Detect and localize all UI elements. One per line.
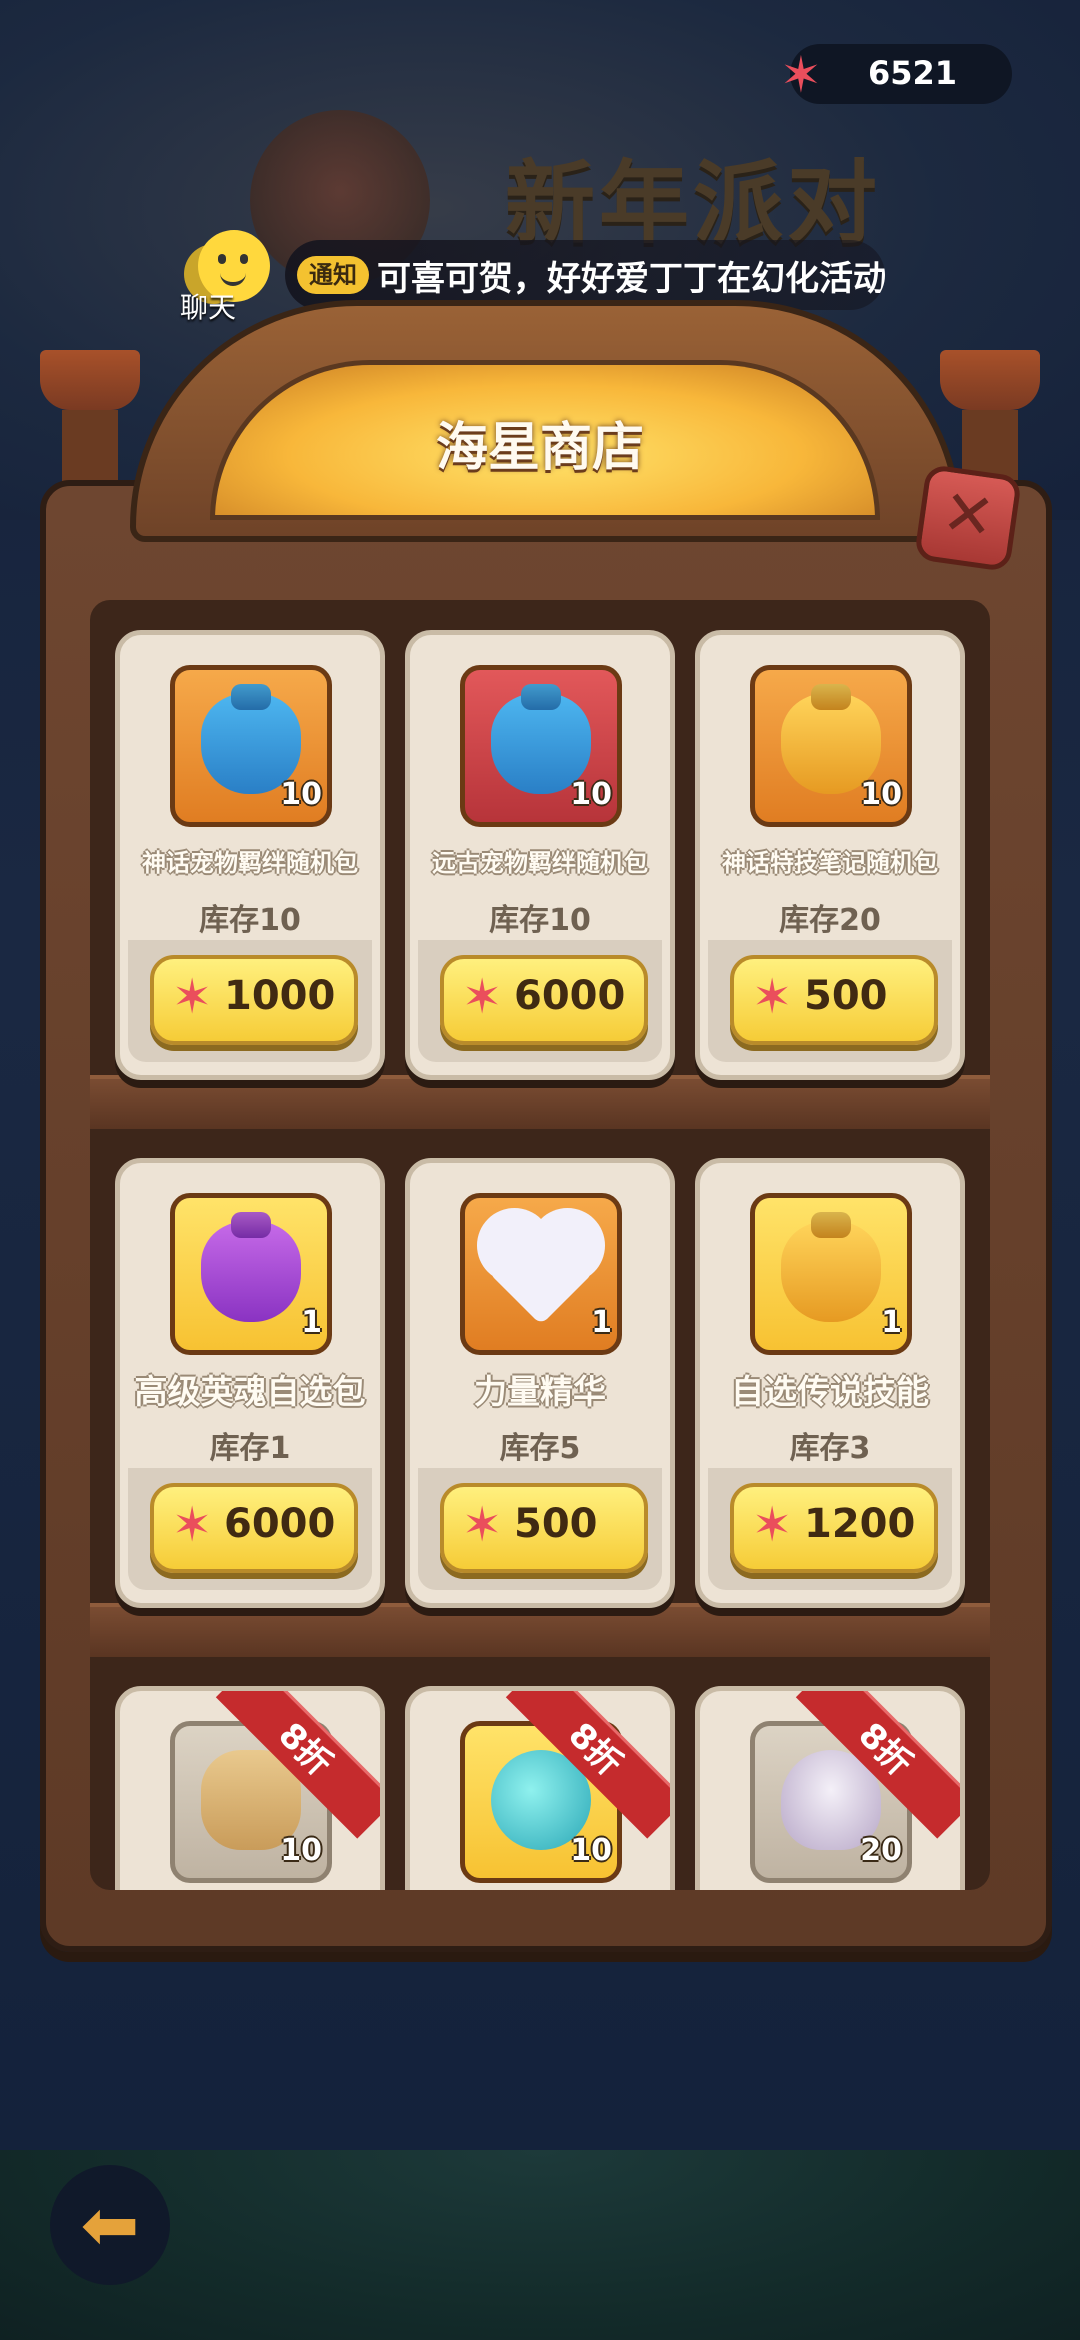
crystal-heart-icon: [487, 1218, 595, 1326]
notice-tag: 通知: [297, 256, 369, 294]
item-stock: 库存10: [489, 903, 591, 938]
item-price: 6000: [224, 1501, 336, 1547]
shop-item-card[interactable]: 1 力量精华 库存5 ✶ 500: [405, 1158, 675, 1608]
item-price: 1200: [804, 1501, 916, 1547]
purple-bag-icon: [201, 1222, 301, 1322]
starfish-icon: ✶: [752, 969, 793, 1025]
buy-button[interactable]: ✶ 500: [730, 955, 938, 1045]
shop-item-card[interactable]: 10 神话特技笔记随机包 库存20 ✶ 500: [695, 630, 965, 1080]
item-price: 500: [804, 973, 888, 1019]
buy-button[interactable]: ✶ 6000: [440, 955, 648, 1045]
starfish-icon: ✶: [172, 969, 213, 1025]
currency-amount: 6521: [868, 54, 958, 92]
item-stock: 库存5: [499, 1431, 581, 1466]
item-quantity: 10: [570, 777, 612, 812]
item-quantity: 1: [881, 1305, 902, 1340]
shop-item-card[interactable]: 10 8折: [115, 1686, 385, 1890]
item-name: 神话特技笔记随机包: [722, 849, 938, 877]
item-name: 自选传说技能: [731, 1372, 929, 1411]
item-quantity: 1: [591, 1305, 612, 1340]
buy-button[interactable]: ✶ 6000: [150, 1483, 358, 1573]
shelf-plank: [90, 1603, 990, 1657]
item-quantity: 10: [280, 1833, 322, 1868]
item-price: 1000: [224, 973, 336, 1019]
buy-button[interactable]: ✶ 1200: [730, 1483, 938, 1573]
item-name: 力量精华: [474, 1372, 606, 1411]
item-name: 远古宠物羁绊随机包: [432, 849, 648, 877]
item-quantity: 10: [280, 777, 322, 812]
item-name: 高级英魂自选包: [134, 1372, 366, 1411]
item-quantity: 20: [860, 1833, 902, 1868]
buy-button[interactable]: ✶ 1000: [150, 955, 358, 1045]
shop-item-card[interactable]: 10 神话宠物羁绊随机包 库存10 ✶ 1000: [115, 630, 385, 1080]
shop-item-card[interactable]: 10 远古宠物羁绊随机包 库存10 ✶ 6000: [405, 630, 675, 1080]
shop-item-card[interactable]: 1 自选传说技能 库存3 ✶ 1200: [695, 1158, 965, 1608]
shop-item-card[interactable]: 1 高级英魂自选包 库存1 ✶ 6000: [115, 1158, 385, 1608]
chat-label: 聊天: [180, 291, 237, 324]
item-stock: 库存3: [789, 1431, 871, 1466]
chat-button[interactable]: 聊天: [160, 222, 280, 332]
item-price: 500: [514, 1501, 598, 1547]
item-name: 神话宠物羁绊随机包: [142, 849, 358, 877]
shop-item-card[interactable]: 10 8折: [405, 1686, 675, 1890]
item-quantity: 10: [570, 1833, 612, 1868]
item-stock: 库存20: [779, 903, 881, 938]
item-stock: 库存10: [199, 903, 301, 938]
starfish-icon: ✶: [172, 1497, 213, 1553]
shelf-plank: [90, 1075, 990, 1129]
item-stock: 库存1: [209, 1431, 291, 1466]
shop-item-card[interactable]: 20 8折: [695, 1686, 965, 1890]
starfish-icon: ✶: [780, 46, 822, 104]
starfish-icon: ✶: [462, 1497, 503, 1553]
shop-shelf[interactable]: 10 神话宠物羁绊随机包 库存10 ✶ 1000 10 远古宠物羁绊随机包 库存…: [90, 600, 990, 1890]
starfish-icon: ✶: [462, 969, 503, 1025]
shop-title: 海星商店: [435, 418, 644, 478]
starfish-icon: ✶: [752, 1497, 793, 1553]
item-quantity: 1: [301, 1305, 322, 1340]
currency-display: ✶ 6521: [780, 44, 1012, 104]
buy-button[interactable]: ✶ 500: [440, 1483, 648, 1573]
notice-message: 可喜可贺，好好爱丁丁在幻化活动: [377, 259, 885, 299]
item-quantity: 10: [860, 777, 902, 812]
back-arrow-button[interactable]: ⬅: [50, 2165, 170, 2285]
item-price: 6000: [514, 973, 626, 1019]
gold-bag-icon: [781, 1222, 881, 1322]
close-button[interactable]: ✕: [913, 463, 1023, 573]
